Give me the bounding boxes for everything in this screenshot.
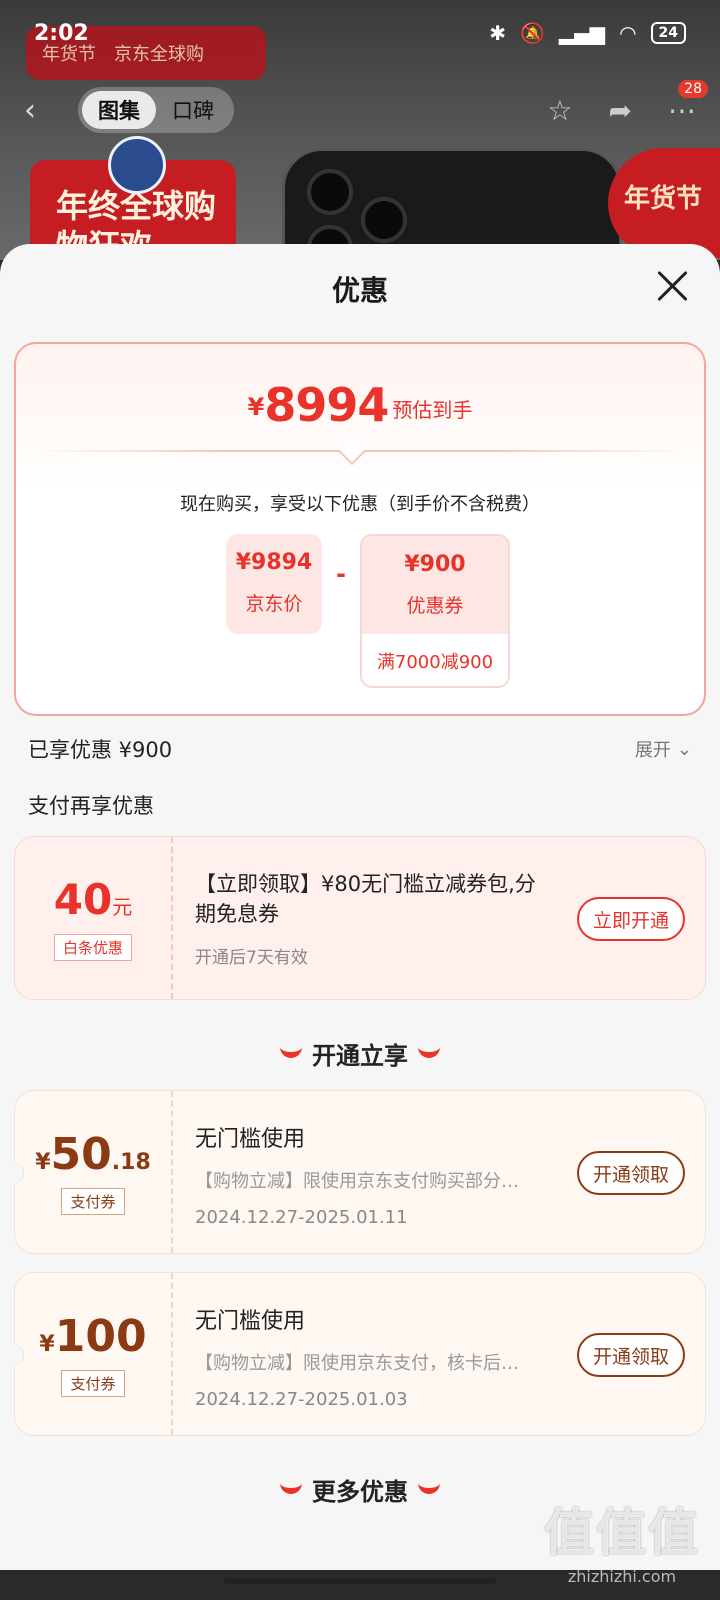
smile-icon <box>280 1046 302 1058</box>
pay-more-label: 支付再享优惠 <box>28 794 154 818</box>
wifi-icon: ◠ <box>619 21 637 45</box>
coupon-box-inner: ¥900 优惠券 <box>362 552 508 618</box>
section-more-label: 更多优惠 <box>312 1478 408 1506</box>
star-icon[interactable]: ☆ <box>547 94 572 127</box>
pay-more-heading: 支付再享优惠 <box>28 790 692 820</box>
pay-coupon-amount-int: 100 <box>54 1311 147 1362</box>
baitiao-amount: 40元 <box>54 875 132 924</box>
pay-coupon-tag: 支付券 <box>61 1370 125 1397</box>
home-indicator[interactable] <box>224 1578 496 1584</box>
section-open-heading: 开通立享 <box>0 1036 720 1071</box>
more-icon[interactable]: ⋯ <box>668 94 696 127</box>
expand-label: 展开 <box>634 740 671 761</box>
baitiao-amount-value: 40 <box>53 875 113 924</box>
pay-coupon-title: 无门槛使用 <box>195 1127 306 1152</box>
signal-icon: ▂▄▆ <box>558 21 606 45</box>
claim-coupon-button[interactable]: 开通领取 <box>576 1151 685 1195</box>
battery-icon: 24 <box>650 22 686 44</box>
pay-coupon-amount-dec: .18 <box>111 1150 151 1175</box>
share-icon[interactable]: ➦ <box>609 94 632 127</box>
pay-coupon-amount: ¥100 <box>39 1311 146 1362</box>
discount-explanation: 现在购买，享受以下优惠（到手价不含税费） <box>180 494 540 515</box>
media-tabs: 图集 口碑 <box>78 87 234 133</box>
pay-coupon-title: 无门槛使用 <box>195 1309 306 1334</box>
coupon-box: ¥900 优惠券 满7000减900 <box>360 534 510 688</box>
final-price-label: 预估到手 <box>392 398 473 422</box>
mute-icon: 🔕 <box>520 21 545 45</box>
price-summary-card: ¥8994 预估到手 现在购买，享受以下优惠（到手价不含税费） ¥9894 京东价… <box>14 342 706 716</box>
baitiao-title: 【立即领取】¥80无门槛立减券包,分期免息券 <box>195 872 536 926</box>
pay-coupon-tag: 支付券 <box>61 1188 125 1215</box>
tab-gallery[interactable]: 图集 <box>82 91 156 129</box>
coupon-box-top: ¥900 优惠券 <box>362 536 508 634</box>
back-button[interactable]: ‹ <box>24 93 64 128</box>
pay-coupon-currency: ¥ <box>39 1332 55 1357</box>
pay-coupon-amount-section: ¥100 支付券 <box>15 1273 173 1435</box>
minus-sign: - <box>336 560 346 588</box>
bluetooth-icon: ✱ <box>489 21 506 45</box>
pay-coupon-desc: 【购物立减】限使用京东支付，核卡后使用 <box>195 1353 535 1374</box>
sheet-title: 优惠 <box>331 274 388 307</box>
pay-coupon-desc: 【购物立减】限使用京东支付购买部分商品 <box>195 1171 535 1192</box>
smile-icon <box>280 1482 302 1494</box>
message-badge: 28 <box>678 79 708 98</box>
smile-icon <box>418 1046 440 1058</box>
watermark: 值值值 zhizhizhi.com <box>544 1493 700 1586</box>
watermark-logo: 值值值 <box>544 1504 700 1562</box>
section-open-label: 开通立享 <box>312 1042 408 1070</box>
activate-now-button[interactable]: 立即开通 <box>576 897 685 941</box>
tab-reviews[interactable]: 口碑 <box>156 91 230 129</box>
discount-sheet: 优惠 ¥8994 预估到手 现在购买，享受以下优惠（到手价不含税费） ¥9894 … <box>0 244 720 1570</box>
close-icon[interactable] <box>652 266 692 306</box>
pay-coupon-currency: ¥ <box>35 1150 51 1175</box>
jd-price-value: ¥9894 <box>235 550 313 575</box>
pay-coupon-amount: ¥50.18 <box>35 1129 151 1180</box>
pay-coupon-date: 2024.12.27-2025.01.03 <box>195 1389 408 1410</box>
coupon-label: 优惠券 <box>406 595 464 617</box>
status-icons: ✱ 🔕 ▂▄▆ ◠ 24 <box>489 21 686 45</box>
watermark-url: zhizhizhi.com <box>567 1567 677 1586</box>
pay-coupon-card[interactable]: ¥50.18 支付券 无门槛使用 【购物立减】限使用京东支付购买部分商品 202… <box>7 1090 706 1254</box>
pay-coupon-amount-section: ¥50.18 支付券 <box>15 1091 173 1253</box>
status-time: 2:02 <box>34 20 89 46</box>
smile-icon <box>418 1482 440 1494</box>
chevron-down-icon: ⌄ <box>676 738 692 760</box>
enjoyed-discount: 已享优惠 ¥900 <box>28 738 173 762</box>
coupon-value: ¥900 <box>404 552 466 577</box>
final-price-value: 8994 <box>264 378 389 432</box>
pay-coupon-date: 2024.12.27-2025.01.11 <box>195 1207 408 1228</box>
jd-price-label: 京东价 <box>245 593 303 615</box>
baitiao-amount-section: 40元 白条优惠 <box>15 837 173 999</box>
final-price: ¥8994 预估到手 <box>16 378 704 432</box>
price-calculation: ¥9894 京东价 - ¥900 优惠券 满7000减900 <box>226 534 510 688</box>
divider-notch <box>337 436 367 466</box>
promo-logo <box>108 136 166 194</box>
baitiao-validity: 开通后7天有效 <box>195 948 308 968</box>
promo-banner-right[interactable]: 年货节 <box>608 148 720 258</box>
status-bar: 2:02 ✱ 🔕 ▂▄▆ ◠ 24 <box>0 0 720 66</box>
camera-lens-icon <box>361 197 407 243</box>
claim-coupon-button[interactable]: 开通领取 <box>576 1333 685 1377</box>
pay-coupon-card[interactable]: ¥100 支付券 无门槛使用 【购物立减】限使用京东支付，核卡后使用 2024.… <box>7 1272 706 1436</box>
baitiao-tag: 白条优惠 <box>53 934 132 961</box>
sheet-header: 优惠 <box>0 244 720 334</box>
jd-price-box: ¥9894 京东价 <box>226 534 322 634</box>
top-nav: ‹ 图集 口碑 ☆ ➦ ⋯ 28 <box>0 79 720 140</box>
baitiao-offer-card[interactable]: 40元 白条优惠 【立即领取】¥80无门槛立减券包,分期免息券 开通后7天有效 … <box>14 836 706 1000</box>
camera-lens-icon <box>307 169 353 215</box>
coupon-rule: 满7000减900 <box>376 652 494 673</box>
baitiao-amount-unit: 元 <box>112 895 133 919</box>
enjoyed-row: 已享优惠 ¥900 展开 ⌄ <box>28 734 692 764</box>
currency-symbol: ¥ <box>247 393 265 421</box>
nav-actions: ☆ ➦ ⋯ 28 <box>547 79 708 127</box>
expand-button[interactable]: 展开 ⌄ <box>635 736 692 762</box>
pay-coupon-amount-int: 50 <box>50 1129 112 1180</box>
